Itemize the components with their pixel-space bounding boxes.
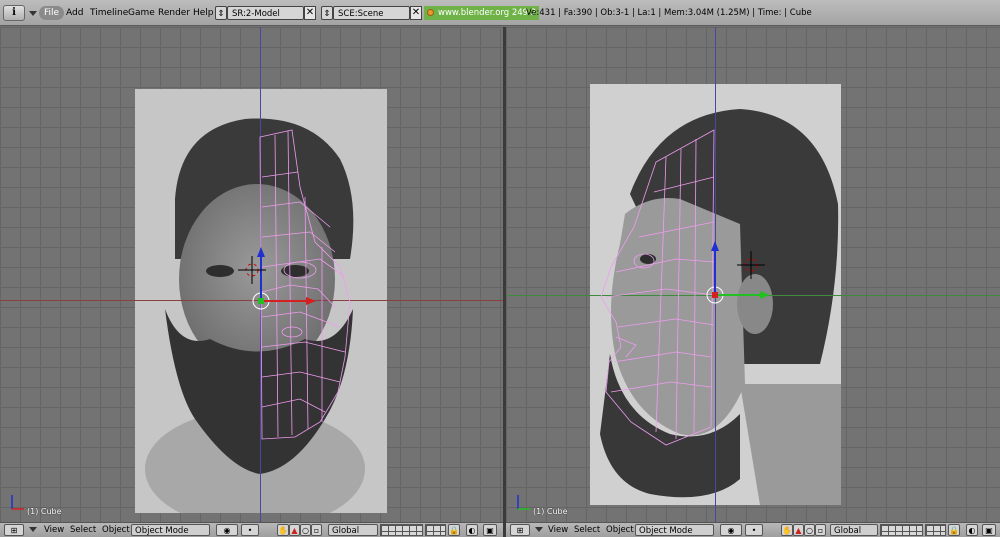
rotate-manipulator-icon-side[interactable]: ○ xyxy=(804,524,815,536)
menu-file[interactable]: File xyxy=(39,6,65,20)
menu-game[interactable]: Game xyxy=(128,6,155,20)
menu-object[interactable]: Object xyxy=(102,524,130,536)
collapse-triangle-icon[interactable] xyxy=(29,527,37,532)
object-origin-front xyxy=(252,247,316,310)
hand-icon[interactable]: ✋ xyxy=(277,524,289,536)
layers-group-2-side[interactable] xyxy=(925,524,946,536)
layers-group-1-side[interactable] xyxy=(880,524,923,536)
lock-icon-side[interactable]: 🔒 xyxy=(948,524,960,536)
mesh-overlay-front xyxy=(11,129,351,510)
mode-select[interactable]: Object Mode xyxy=(131,524,210,536)
menu-select[interactable]: Select xyxy=(70,524,96,536)
screen-browse-icon[interactable]: ⇕ xyxy=(215,6,227,20)
render-view-icon[interactable]: ▣ xyxy=(483,524,497,536)
menu-view-side[interactable]: View xyxy=(548,524,568,536)
transform-orientation-select-side[interactable]: Global xyxy=(830,524,878,536)
menu-help[interactable]: Help xyxy=(193,6,214,20)
viewport-front[interactable]: (1) Cube xyxy=(0,27,503,522)
menu-add[interactable]: Add xyxy=(66,6,83,20)
scene-stats: Ve:431 | Fa:390 | Ob:3-1 | La:1 | Mem:3.… xyxy=(526,8,812,18)
blender-logo-icon xyxy=(427,9,434,16)
layers-group-1[interactable] xyxy=(380,524,423,536)
screen-delete-button[interactable]: ✕ xyxy=(304,6,316,20)
pivot-point-dot-side[interactable]: • xyxy=(745,524,763,536)
screen-name-field[interactable]: SR:2-Model xyxy=(227,6,304,20)
editor-type-info-icon[interactable]: i xyxy=(3,5,25,21)
layers-group-2[interactable] xyxy=(425,524,446,536)
render-preview-icon-side[interactable]: ◐ xyxy=(966,524,978,536)
draw-type-icon-side[interactable]: ◉ xyxy=(720,524,742,536)
scale-manipulator-icon-side[interactable]: ▫ xyxy=(815,524,826,536)
mode-select-side[interactable]: Object Mode xyxy=(635,524,714,536)
rotate-manipulator-icon[interactable]: ○ xyxy=(300,524,311,536)
viewport-side[interactable]: (1) Cube xyxy=(506,27,1000,522)
lock-icon[interactable]: 🔒 xyxy=(448,524,460,536)
render-preview-icon[interactable]: ◐ xyxy=(466,524,478,536)
editor-type-grid-icon-side[interactable]: ⊞ xyxy=(510,524,530,536)
blender-url-label: www.blender.org 249.2 xyxy=(424,6,540,20)
viewport-object-label-side: (1) Cube xyxy=(533,507,568,516)
editor-type-grid-icon[interactable]: ⊞ xyxy=(4,524,24,536)
scene-name-field[interactable]: SCE:Scene xyxy=(333,6,410,20)
mesh-overlay-side xyxy=(517,129,770,510)
object-origin-side xyxy=(706,241,770,304)
menu-object-side[interactable]: Object xyxy=(606,524,634,536)
scene-browse-icon[interactable]: ⇕ xyxy=(321,6,333,20)
viewport-header-front: ⊞ View Select Object Object Mode ◉ • ✋ ▲… xyxy=(0,522,503,537)
axis-widget-side xyxy=(517,495,530,510)
hand-icon-side[interactable]: ✋ xyxy=(781,524,793,536)
scale-manipulator-icon[interactable]: ▫ xyxy=(311,524,322,536)
menu-view[interactable]: View xyxy=(44,524,64,536)
viewport-header-side: ⊞ View Select Object Object Mode ◉ • ✋ ▲… xyxy=(506,522,1000,537)
collapse-menu-triangle-icon[interactable] xyxy=(29,11,37,16)
menu-render[interactable]: Render xyxy=(158,6,190,20)
viewport-object-label: (1) Cube xyxy=(27,507,62,516)
collapse-triangle-icon-side[interactable] xyxy=(535,527,543,532)
draw-type-icon[interactable]: ◉ xyxy=(216,524,238,536)
translate-manipulator-icon-side[interactable]: ▲ xyxy=(793,524,804,536)
transform-orientation-select[interactable]: Global xyxy=(328,524,378,536)
menu-timeline[interactable]: Timeline xyxy=(90,6,128,20)
axis-widget-front xyxy=(11,495,24,510)
url-text: www.blender.org 249.2 xyxy=(438,8,537,18)
3d-cursor-side xyxy=(737,251,765,279)
menu-select-side[interactable]: Select xyxy=(574,524,600,536)
pivot-point-dot[interactable]: • xyxy=(241,524,259,536)
cube-wireframe-side xyxy=(600,129,715,446)
info-header: i File Add Timeline Game Render Help ⇕ S… xyxy=(0,0,1000,26)
cube-wireframe-front xyxy=(259,129,351,440)
render-view-icon-side[interactable]: ▣ xyxy=(982,524,996,536)
translate-manipulator-icon[interactable]: ▲ xyxy=(289,524,300,536)
scene-delete-button[interactable]: ✕ xyxy=(410,6,422,20)
